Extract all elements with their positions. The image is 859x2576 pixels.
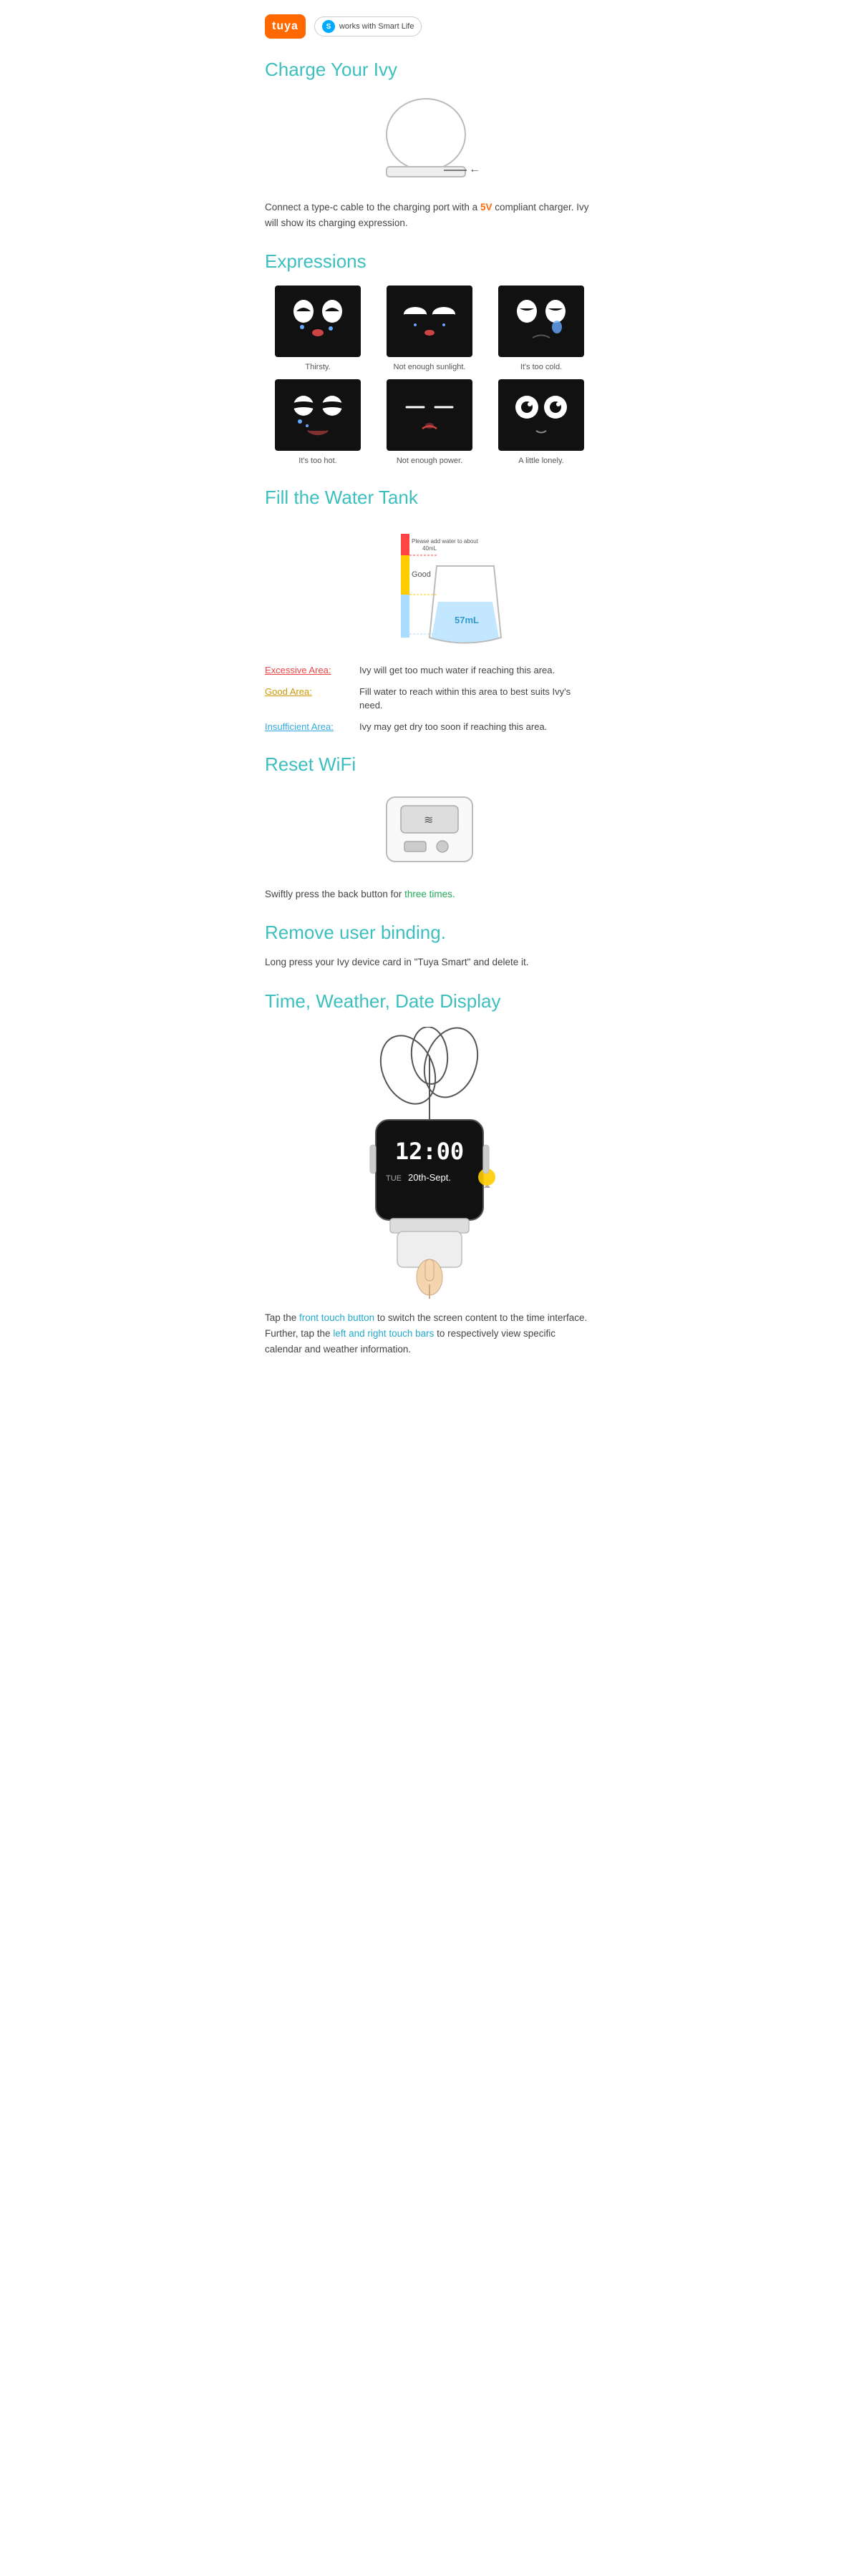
legend-row-excessive: Excessive Area: Ivy will get too much wa… <box>265 663 594 678</box>
expression-face-hot <box>275 379 361 451</box>
water-tank-illustration: Please add water to about 40mL Good 57mL <box>265 523 594 652</box>
legend-row-insufficient: Insufficient Area: Ivy may get dry too s… <box>265 720 594 734</box>
expression-label-lonely: A little lonely. <box>518 455 563 467</box>
remove-section-title: Remove user binding. <box>265 919 594 947</box>
charge-voltage: 5V <box>480 202 492 213</box>
expression-sunlight: Not enough sunlight. <box>377 286 482 374</box>
expression-lonely: A little lonely. <box>488 379 594 467</box>
wifi-section-title: Reset WiFi <box>265 751 594 779</box>
svg-text:←: ← <box>469 163 480 175</box>
time-highlight2: left and right touch bars <box>333 1328 434 1339</box>
svg-text:12:00: 12:00 <box>395 1138 464 1165</box>
wifi-highlight: three times. <box>404 889 455 899</box>
svg-text:Please add water to about: Please add water to about <box>412 538 479 545</box>
time-description: Tap the front touch button to switch the… <box>265 1310 594 1358</box>
time-section-title: Time, Weather, Date Display <box>265 987 594 1015</box>
expression-face-sunlight <box>387 286 472 357</box>
smart-life-text: works with Smart Life <box>339 21 414 33</box>
time-desc-before: Tap the <box>265 1312 299 1323</box>
expression-label-cold: It's too cold. <box>520 361 562 374</box>
expression-power: Not enough power. <box>377 379 482 467</box>
smart-life-badge: S works with Smart Life <box>314 16 422 36</box>
expression-thirsty: Thirsty. <box>265 286 371 374</box>
smart-life-icon: S <box>322 20 335 33</box>
time-illustration: 12:00 TUE 20th-Sept. ☁ <box>265 1027 594 1299</box>
water-tank-svg: Please add water to about 40mL Good 57mL <box>329 523 530 652</box>
charge-illustration: ← <box>265 95 594 188</box>
wifi-description: Swiftly press the back button for three … <box>265 887 594 902</box>
expression-label-thirsty: Thirsty. <box>305 361 330 374</box>
expression-face-thirsty <box>275 286 361 357</box>
wifi-device-svg: ≋ <box>365 790 494 876</box>
expression-hot: It's too hot. <box>265 379 371 467</box>
remove-description: Long press your Ivy device card in "Tuya… <box>265 955 594 970</box>
legend-row-good: Good Area: Fill water to reach within th… <box>265 685 594 713</box>
wifi-illustration: ≋ <box>265 790 594 876</box>
expression-face-lonely <box>498 379 584 451</box>
expression-face-cold <box>498 286 584 357</box>
water-section-title: Fill the Water Tank <box>265 484 594 512</box>
legend-desc-insufficient: Ivy may get dry too soon if reaching thi… <box>359 720 594 734</box>
expressions-grid: Thirsty. Not enough sunlight. <box>265 286 594 467</box>
svg-text:20th-Sept.: 20th-Sept. <box>408 1172 451 1183</box>
time-highlight1: front touch button <box>299 1312 374 1323</box>
legend-label-excessive: Excessive Area: <box>265 663 351 678</box>
charge-desc-before: Connect a type-c cable to the charging p… <box>265 202 480 213</box>
svg-text:Good: Good <box>412 570 431 579</box>
expressions-section-title: Expressions <box>265 248 594 275</box>
legend-label-good: Good Area: <box>265 685 351 699</box>
expression-label-hot: It's too hot. <box>299 455 336 467</box>
charge-device-svg: ← <box>372 95 487 188</box>
time-device-svg: 12:00 TUE 20th-Sept. ☁ <box>336 1027 523 1299</box>
tuya-logo-text: tuya <box>272 18 299 35</box>
svg-text:≋: ≋ <box>424 814 433 826</box>
legend-desc-excessive: Ivy will get too much water if reaching … <box>359 663 594 678</box>
svg-text:40mL: 40mL <box>422 545 437 552</box>
expression-label-power: Not enough power. <box>397 455 462 467</box>
legend-label-insufficient: Insufficient Area: <box>265 720 351 734</box>
water-legend: Excessive Area: Ivy will get too much wa… <box>265 663 594 733</box>
expression-face-power <box>387 379 472 451</box>
wifi-desc-before: Swiftly press the back button for <box>265 889 404 899</box>
charge-description: Connect a type-c cable to the charging p… <box>265 200 594 230</box>
legend-desc-good: Fill water to reach within this area to … <box>359 685 594 713</box>
svg-text:☁: ☁ <box>483 1182 490 1190</box>
page-header: tuya S works with Smart Life <box>265 14 594 39</box>
expression-cold: It's too cold. <box>488 286 594 374</box>
svg-text:TUE: TUE <box>386 1174 402 1183</box>
svg-text:57mL: 57mL <box>455 615 479 625</box>
tuya-logo: tuya <box>265 14 306 39</box>
charge-section-title: Charge Your Ivy <box>265 56 594 84</box>
expression-label-sunlight: Not enough sunlight. <box>394 361 466 374</box>
